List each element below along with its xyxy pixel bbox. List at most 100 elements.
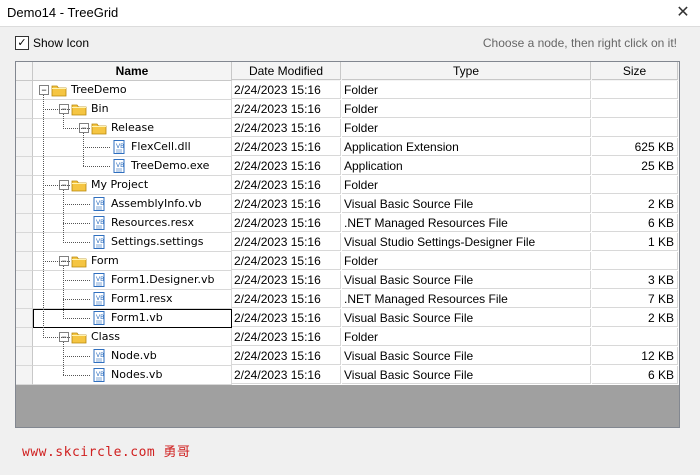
table-row[interactable]: VB Form1.vb 2/24/2023 15:16 Visual Basic So… (16, 309, 679, 328)
row-header[interactable] (16, 347, 33, 366)
show-icon-label[interactable]: Show Icon (33, 36, 89, 50)
cell-date[interactable]: 2/24/2023 15:16 (232, 347, 341, 365)
collapse-toggle-icon[interactable]: − (59, 104, 69, 114)
row-header[interactable] (16, 138, 33, 157)
cell-type[interactable]: Visual Basic Source File (342, 347, 591, 365)
close-icon[interactable]: ✕ (666, 0, 700, 26)
collapse-toggle-icon[interactable]: − (39, 85, 49, 95)
cell-size[interactable] (592, 176, 678, 194)
cell-date[interactable]: 2/24/2023 15:16 (232, 100, 341, 118)
table-row[interactable]: VB Resources.resx 2/24/2023 15:16 .NET Mana… (16, 214, 679, 233)
row-header[interactable] (16, 195, 33, 214)
cell-type[interactable]: Application (342, 157, 591, 175)
cell-type[interactable]: Visual Basic Source File (342, 366, 591, 384)
cell-size[interactable]: 6 KB (592, 366, 678, 384)
cell-name[interactable]: VB Form1.vb (33, 309, 232, 328)
table-row[interactable]: VB Nodes.vb 2/24/2023 15:16 Visual Basic So… (16, 366, 679, 385)
row-header[interactable] (16, 328, 33, 347)
cell-name[interactable]: − Class (33, 328, 232, 347)
cell-date[interactable]: 2/24/2023 15:16 (232, 81, 341, 99)
cell-name[interactable]: VB Form1.resx (33, 290, 232, 309)
row-header[interactable] (16, 119, 33, 138)
cell-type[interactable]: Visual Studio Settings-Designer File (342, 233, 591, 251)
cell-name[interactable]: − TreeDemo (33, 81, 232, 100)
cell-date[interactable]: 2/24/2023 15:16 (232, 176, 341, 194)
cell-type[interactable]: Folder (342, 119, 591, 137)
cell-size[interactable]: 6 KB (592, 214, 678, 232)
column-header-size[interactable]: Size (592, 62, 678, 80)
cell-name[interactable]: VB Node.vb (33, 347, 232, 366)
table-row[interactable]: − My Project 2/24/2023 15:16 Folder (16, 176, 679, 195)
cell-name[interactable]: − Form (33, 252, 232, 271)
row-header[interactable] (16, 252, 33, 271)
table-row[interactable]: VB Settings.settings 2/24/2023 15:16 Visual… (16, 233, 679, 252)
table-row[interactable]: VB TreeDemo.exe 2/24/2023 15:16 Application… (16, 157, 679, 176)
cell-date[interactable]: 2/24/2023 15:16 (232, 119, 341, 137)
table-row[interactable]: VB AssemblyInfo.vb 2/24/2023 15:16 Visual B… (16, 195, 679, 214)
cell-name[interactable]: − Bin (33, 100, 232, 119)
cell-date[interactable]: 2/24/2023 15:16 (232, 157, 341, 175)
row-header[interactable] (16, 309, 33, 328)
collapse-toggle-icon[interactable]: − (79, 123, 89, 133)
table-row[interactable]: − Form 2/24/2023 15:16 Folder (16, 252, 679, 271)
row-header[interactable] (16, 214, 33, 233)
cell-type[interactable]: Folder (342, 252, 591, 270)
row-header[interactable] (16, 290, 33, 309)
table-row[interactable]: − TreeDemo 2/24/2023 15:16 Folder (16, 81, 679, 100)
column-header-type[interactable]: Type (342, 62, 591, 80)
cell-size[interactable]: 625 KB (592, 138, 678, 156)
table-row[interactable]: VB FlexCell.dll 2/24/2023 15:16 Application… (16, 138, 679, 157)
table-row[interactable]: − Release 2/24/2023 15:16 Folder (16, 119, 679, 138)
collapse-toggle-icon[interactable]: − (59, 332, 69, 342)
table-row[interactable]: VB Node.vb 2/24/2023 15:16 Visual Basic Sou… (16, 347, 679, 366)
cell-size[interactable] (592, 100, 678, 118)
cell-name[interactable]: − My Project (33, 176, 232, 195)
cell-type[interactable]: Folder (342, 100, 591, 118)
row-header[interactable] (16, 157, 33, 176)
table-row[interactable]: VB Form1.Designer.vb 2/24/2023 15:16 Visual… (16, 271, 679, 290)
cell-name[interactable]: VB Resources.resx (33, 214, 232, 233)
cell-name[interactable]: − Release (33, 119, 232, 138)
cell-name[interactable]: VB AssemblyInfo.vb (33, 195, 232, 214)
cell-size[interactable]: 12 KB (592, 347, 678, 365)
cell-size[interactable]: 2 KB (592, 309, 678, 327)
cell-type[interactable]: Visual Basic Source File (342, 195, 591, 213)
table-row[interactable]: − Bin 2/24/2023 15:16 Folder (16, 100, 679, 119)
cell-type[interactable]: Visual Basic Source File (342, 309, 591, 327)
cell-type[interactable]: Application Extension (342, 138, 591, 156)
row-header[interactable] (16, 271, 33, 290)
cell-date[interactable]: 2/24/2023 15:16 (232, 195, 341, 213)
row-header[interactable] (16, 233, 33, 252)
table-row[interactable]: VB Form1.resx 2/24/2023 15:16 .NET Managed … (16, 290, 679, 309)
cell-date[interactable]: 2/24/2023 15:16 (232, 271, 341, 289)
tree-grid[interactable]: Name Date Modified Type Size − TreeDemo 2/… (15, 61, 680, 428)
cell-name[interactable]: VB Nodes.vb (33, 366, 232, 385)
table-row[interactable]: − Class 2/24/2023 15:16 Folder (16, 328, 679, 347)
cell-date[interactable]: 2/24/2023 15:16 (232, 138, 341, 156)
cell-name[interactable]: VB FlexCell.dll (33, 138, 232, 157)
cell-date[interactable]: 2/24/2023 15:16 (232, 252, 341, 270)
cell-date[interactable]: 2/24/2023 15:16 (232, 309, 341, 327)
cell-name[interactable]: VB Settings.settings (33, 233, 232, 252)
cell-size[interactable] (592, 328, 678, 346)
collapse-toggle-icon[interactable]: − (59, 256, 69, 266)
column-header-date[interactable]: Date Modified (232, 62, 341, 80)
cell-date[interactable]: 2/24/2023 15:16 (232, 328, 341, 346)
cell-date[interactable]: 2/24/2023 15:16 (232, 290, 341, 308)
cell-name[interactable]: VB TreeDemo.exe (33, 157, 232, 176)
column-header-name[interactable]: Name (33, 62, 232, 81)
cell-size[interactable]: 25 KB (592, 157, 678, 175)
show-icon-checkbox[interactable]: ✓ (15, 36, 29, 50)
row-header[interactable] (16, 366, 33, 385)
collapse-toggle-icon[interactable]: − (59, 180, 69, 190)
cell-date[interactable]: 2/24/2023 15:16 (232, 366, 341, 384)
cell-size[interactable] (592, 252, 678, 270)
cell-name[interactable]: VB Form1.Designer.vb (33, 271, 232, 290)
row-header[interactable] (16, 81, 33, 100)
row-header[interactable] (16, 176, 33, 195)
cell-type[interactable]: Visual Basic Source File (342, 271, 591, 289)
cell-size[interactable]: 3 KB (592, 271, 678, 289)
cell-size[interactable] (592, 81, 678, 99)
cell-type[interactable]: .NET Managed Resources File (342, 290, 591, 308)
cell-type[interactable]: .NET Managed Resources File (342, 214, 591, 232)
